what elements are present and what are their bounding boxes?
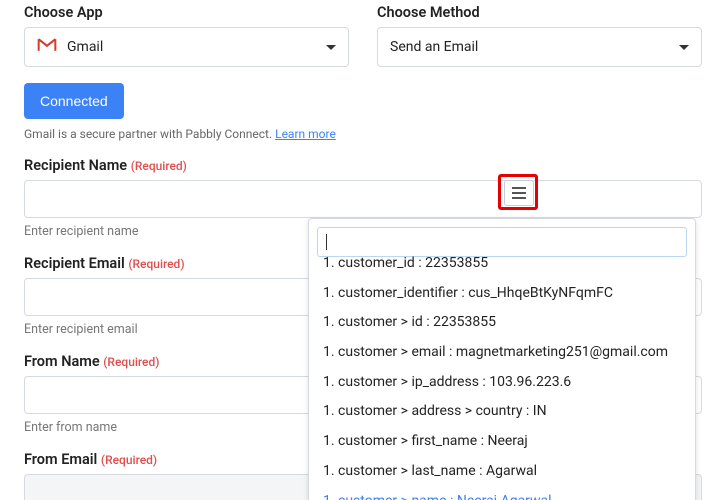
dropdown-item[interactable]: 1. customer_id : 22353855	[309, 249, 695, 279]
dropdown-item[interactable]: 1. customer_identifier : cus_HhqeBtKyNFq…	[309, 279, 695, 309]
recipient-name-input[interactable]	[24, 180, 702, 218]
dropdown-item[interactable]: 1. customer > name : Neeraj Agarwal	[309, 487, 695, 500]
choose-method-label: Choose Method	[377, 4, 702, 21]
dropdown-item[interactable]: 1. customer > id : 22353855	[309, 308, 695, 338]
choose-app-select[interactable]: Gmail	[24, 27, 349, 67]
recipient-name-label: Recipient Name (Required)	[24, 157, 702, 174]
choose-app-label: Choose App	[24, 4, 349, 21]
map-data-button[interactable]	[504, 180, 534, 206]
choose-method-value: Send an Email	[390, 39, 478, 55]
caret-down-icon	[679, 45, 689, 50]
choose-app-value: Gmail	[67, 39, 103, 55]
partner-helper: Gmail is a secure partner with Pabbly Co…	[24, 127, 702, 141]
menu-icon	[512, 187, 526, 189]
dropdown-item[interactable]: 1. customer > address > country : IN	[309, 397, 695, 427]
choose-method-select[interactable]: Send an Email	[377, 27, 702, 67]
dropdown-item[interactable]: 1. customer > ip_address : 103.96.223.6	[309, 368, 695, 398]
caret-down-icon	[326, 45, 336, 50]
dropdown-item[interactable]: 1. customer > email : magnetmarketing251…	[309, 338, 695, 368]
connected-button[interactable]: Connected	[24, 83, 124, 119]
gmail-icon	[37, 37, 57, 57]
dropdown-item[interactable]: 1. customer > last_name : Agarwal	[309, 457, 695, 487]
dropdown-item[interactable]: 1. customer > first_name : Neeraj	[309, 427, 695, 457]
learn-more-link[interactable]: Learn more	[275, 127, 336, 141]
map-data-dropdown: 1. customer_id : 223538551. customer_ide…	[308, 218, 696, 500]
